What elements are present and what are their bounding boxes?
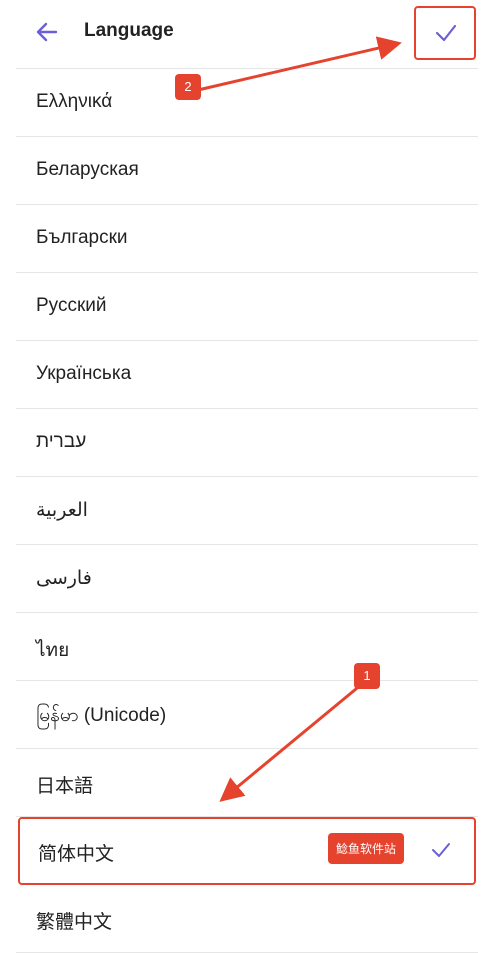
language-label: فارسی xyxy=(36,568,92,589)
language-label: 繁體中文 xyxy=(36,912,113,933)
check-icon xyxy=(432,843,450,857)
watermark-badge: 鲶鱼软件站 xyxy=(328,833,405,864)
language-label: Български xyxy=(36,227,128,248)
language-item-persian[interactable]: فارسی xyxy=(16,545,478,613)
language-label: Ελληνικά xyxy=(36,91,113,112)
language-label: 简体中文 xyxy=(38,844,115,865)
language-item-russian[interactable]: Русский xyxy=(16,273,478,341)
language-label: မြန်မာ (Unicode) xyxy=(36,705,167,726)
page-title: Language xyxy=(84,20,174,41)
language-label: Русский xyxy=(36,295,107,316)
language-item-traditional-chinese[interactable]: 繁體中文 xyxy=(16,885,478,953)
check-icon xyxy=(435,24,457,42)
language-item-japanese[interactable]: 日本語 xyxy=(16,749,478,817)
language-label: Беларуская xyxy=(36,159,139,180)
language-label: ไทย xyxy=(36,640,70,661)
app-header: Language xyxy=(0,0,486,64)
language-item-greek[interactable]: Ελληνικά xyxy=(16,69,478,137)
language-list: Ελληνικά Беларуская Български Русский Ук… xyxy=(16,69,478,953)
back-button[interactable] xyxy=(30,16,64,48)
language-item-ukrainian[interactable]: Українська xyxy=(16,341,478,409)
arrow-left-icon xyxy=(36,22,58,42)
step-badge-1: 1 xyxy=(354,663,380,689)
language-item-arabic[interactable]: العربية xyxy=(16,477,478,545)
language-item-simplified-chinese[interactable]: 简体中文 鲶鱼软件站 xyxy=(18,817,476,885)
language-label: Українська xyxy=(36,363,132,384)
language-item-thai[interactable]: ไทย xyxy=(16,613,478,681)
done-button[interactable] xyxy=(414,6,476,60)
language-item-belarusian[interactable]: Беларуская xyxy=(16,137,478,205)
language-label: العربية xyxy=(36,500,88,521)
step-badge-2: 2 xyxy=(175,74,201,100)
language-item-bulgarian[interactable]: Български xyxy=(16,205,478,273)
language-label: עברית xyxy=(36,431,87,452)
language-item-hebrew[interactable]: עברית xyxy=(16,409,478,477)
language-label: 日本語 xyxy=(36,776,94,797)
language-item-burmese[interactable]: မြန်မာ (Unicode) xyxy=(16,681,478,749)
